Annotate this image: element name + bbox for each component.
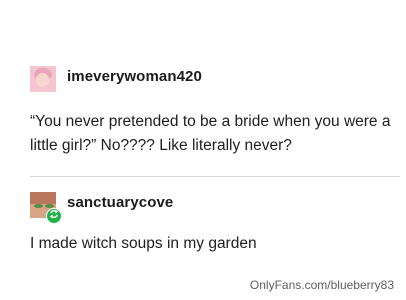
user-avatar[interactable] <box>30 66 56 92</box>
post-imeverywoman420: imeverywoman420 “You never pretended to … <box>30 66 400 158</box>
reblog-icon <box>46 208 62 224</box>
avatar-eye-left <box>34 204 43 208</box>
post-header: sanctuarycove <box>30 192 400 224</box>
post-divider <box>30 176 400 177</box>
post-text: I made witch soups in my garden <box>30 235 257 252</box>
post-text: “You never pretended to be a bride when … <box>30 113 391 154</box>
username[interactable]: imeverywoman420 <box>67 68 202 85</box>
avatar-face <box>36 73 49 87</box>
post-sanctuarycove: sanctuarycove I made witch soups in my g… <box>30 192 400 256</box>
username[interactable]: sanctuarycove <box>67 194 173 211</box>
watermark: OnlyFans.com/blueberry83 <box>249 278 394 292</box>
avatar-shade <box>30 192 56 204</box>
post-header: imeverywoman420 <box>30 66 400 98</box>
